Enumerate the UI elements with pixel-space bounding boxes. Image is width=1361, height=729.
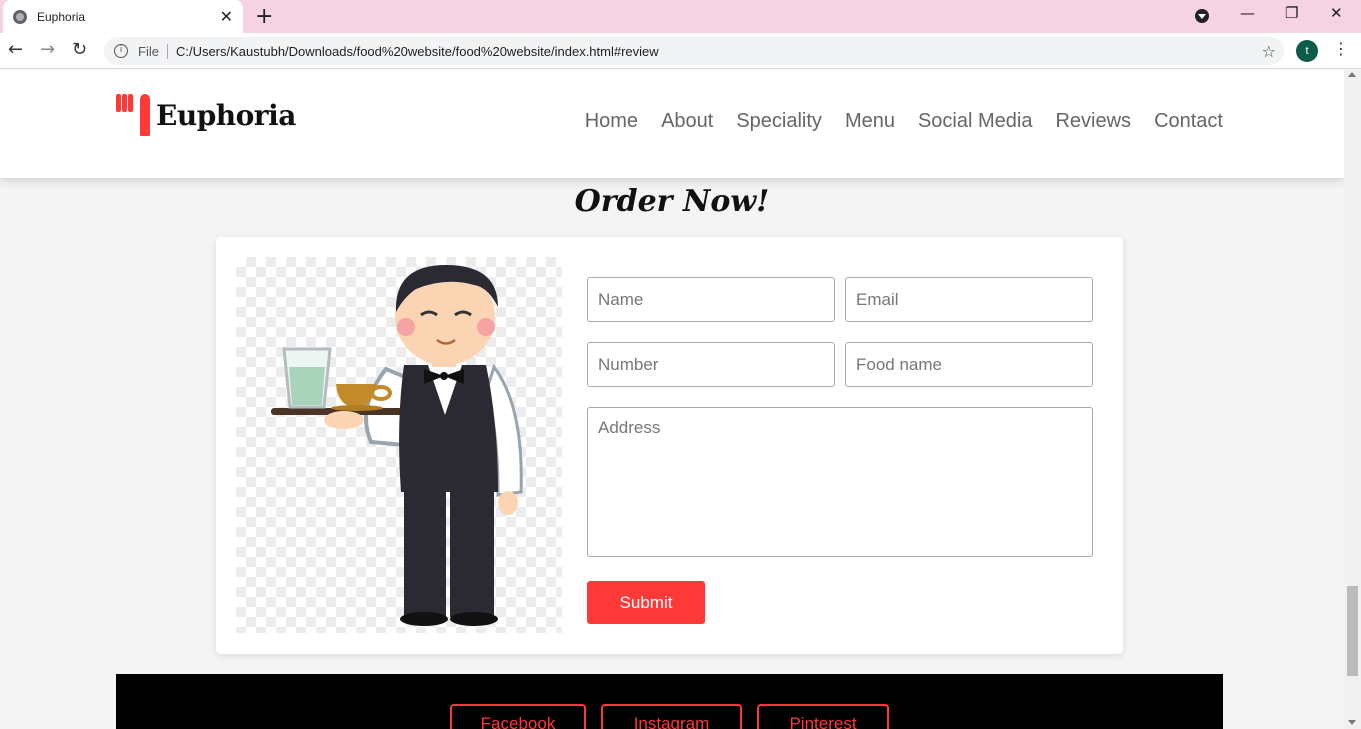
email-field[interactable] [845, 277, 1093, 322]
page-scrollbar[interactable] [1344, 70, 1361, 729]
nav-menu[interactable]: Menu [845, 110, 895, 133]
submit-button[interactable]: Submit [587, 581, 705, 624]
bookmark-star-icon[interactable]: ☆ [1262, 42, 1276, 61]
nav-speciality[interactable]: Speciality [736, 110, 822, 133]
site-logo[interactable]: Euphoria [116, 94, 296, 136]
order-title: Order Now! [574, 184, 770, 219]
brand-name: Euphoria [156, 98, 296, 132]
tab-search-icon[interactable] [1195, 9, 1209, 23]
scroll-down-arrow-icon[interactable] [1348, 720, 1356, 725]
waiter-illustration [236, 257, 562, 633]
profile-avatar[interactable]: t [1296, 40, 1318, 62]
number-field[interactable] [587, 342, 835, 387]
tab-close-icon[interactable]: ✕ [220, 7, 233, 26]
nav-home[interactable]: Home [585, 110, 638, 133]
instagram-link[interactable]: Instagram [601, 704, 742, 729]
new-tab-button[interactable]: + [255, 4, 273, 29]
globe-icon [13, 9, 27, 24]
main-nav: Home About Speciality Menu Social Media … [585, 110, 1223, 133]
tab-title: Euphoria [37, 9, 86, 24]
reload-icon[interactable]: ↻ [72, 39, 87, 60]
scroll-up-arrow-icon[interactable] [1348, 72, 1356, 77]
restore-button[interactable]: ❐ [1285, 4, 1298, 22]
footer: Facebook Instagram Pinterest [116, 674, 1223, 729]
nav-contact[interactable]: Contact [1154, 110, 1223, 133]
nav-reviews[interactable]: Reviews [1055, 110, 1131, 133]
address-field[interactable] [587, 407, 1093, 557]
browser-toolbar: ← → ↻ i File C:/Users/Kaustubh/Downloads… [0, 33, 1361, 69]
forward-icon[interactable]: → [40, 39, 55, 60]
info-icon[interactable]: i [114, 44, 128, 58]
pinterest-link[interactable]: Pinterest [757, 704, 889, 729]
url-text[interactable]: C:/Users/Kaustubh/Downloads/food%20websi… [176, 44, 1262, 59]
page-viewport: Euphoria Home About Speciality Menu Soci… [0, 70, 1344, 729]
facebook-link[interactable]: Facebook [450, 704, 586, 729]
back-icon[interactable]: ← [8, 39, 23, 60]
file-label: File [138, 43, 168, 59]
window-close-button[interactable]: ✕ [1330, 4, 1343, 22]
browser-tab[interactable]: Euphoria ✕ [3, 0, 243, 33]
browser-tab-strip: Euphoria ✕ + — ❐ ✕ [0, 0, 1361, 33]
name-field[interactable] [587, 277, 835, 322]
site-header: Euphoria Home About Speciality Menu Soci… [0, 70, 1344, 178]
order-card: Submit [216, 237, 1123, 654]
scrollbar-thumb[interactable] [1347, 586, 1358, 676]
browser-menu-icon[interactable]: ⋮ [1333, 39, 1349, 58]
food-name-field[interactable] [845, 342, 1093, 387]
minimize-button[interactable]: — [1240, 4, 1255, 22]
address-bar[interactable]: i File C:/Users/Kaustubh/Downloads/food%… [104, 37, 1284, 65]
nav-social-media[interactable]: Social Media [918, 110, 1033, 133]
fork-knife-icon [116, 94, 150, 136]
nav-about[interactable]: About [661, 110, 713, 133]
